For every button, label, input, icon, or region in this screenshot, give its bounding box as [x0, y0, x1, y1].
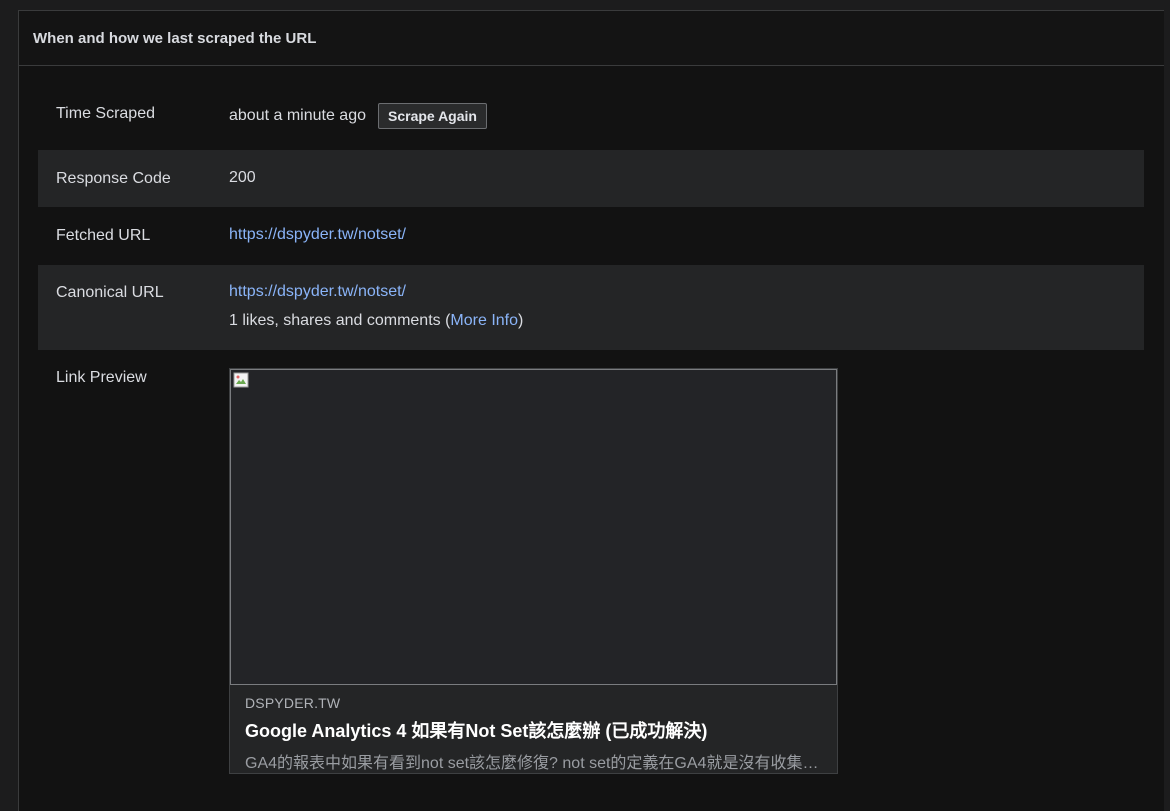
canonical-url-label: Canonical URL [56, 284, 164, 301]
row-canonical-url: Canonical URL https://dspyder.tw/notset/… [38, 265, 1144, 350]
time-scraped-label: Time Scraped [56, 105, 155, 122]
link-preview-card[interactable]: DSPYDER.TW Google Analytics 4 如果有Not Set… [229, 368, 838, 774]
broken-image-icon [233, 372, 249, 388]
fetched-url-link[interactable]: https://dspyder.tw/notset/ [229, 226, 406, 244]
scrape-again-button[interactable]: Scrape Again [378, 103, 487, 129]
preview-meta: DSPYDER.TW Google Analytics 4 如果有Not Set… [245, 695, 823, 773]
panel-title: When and how we last scraped the URL [33, 29, 317, 47]
row-fetched-url: Fetched URL https://dspyder.tw/notset/ [38, 207, 1144, 265]
link-preview-label: Link Preview [56, 369, 147, 386]
engagement-prefix: 1 likes, shares and comments ( [229, 312, 451, 329]
preview-domain: DSPYDER.TW [245, 695, 341, 711]
preview-title: Google Analytics 4 如果有Not Set該怎麼辦 (已成功解決… [245, 721, 708, 741]
fetched-url-label: Fetched URL [56, 227, 151, 244]
response-code-label: Response Code [56, 170, 171, 187]
more-info-link[interactable]: More Info [450, 312, 518, 329]
row-response-code: Response Code 200 [38, 150, 1144, 207]
canonical-url-link[interactable]: https://dspyder.tw/notset/ [229, 283, 406, 301]
panel-header: When and how we last scraped the URL [19, 11, 1164, 66]
engagement-text: 1 likes, shares and comments (More Info) [229, 312, 523, 330]
scrape-info-panel: When and how we last scraped the URL Tim… [18, 10, 1164, 811]
engagement-suffix: ) [518, 312, 524, 329]
preview-image [230, 369, 837, 685]
row-time-scraped: Time Scraped about a minute ago Scrape Ag… [38, 88, 1144, 150]
time-scraped-value-wrap: about a minute ago Scrape Again [229, 103, 487, 129]
time-scraped-value: about a minute ago [229, 107, 366, 124]
response-code-value: 200 [229, 169, 256, 186]
preview-description: GA4的報表中如果有看到not set該怎麼修復? not set的定義在GA4… [245, 755, 823, 772]
